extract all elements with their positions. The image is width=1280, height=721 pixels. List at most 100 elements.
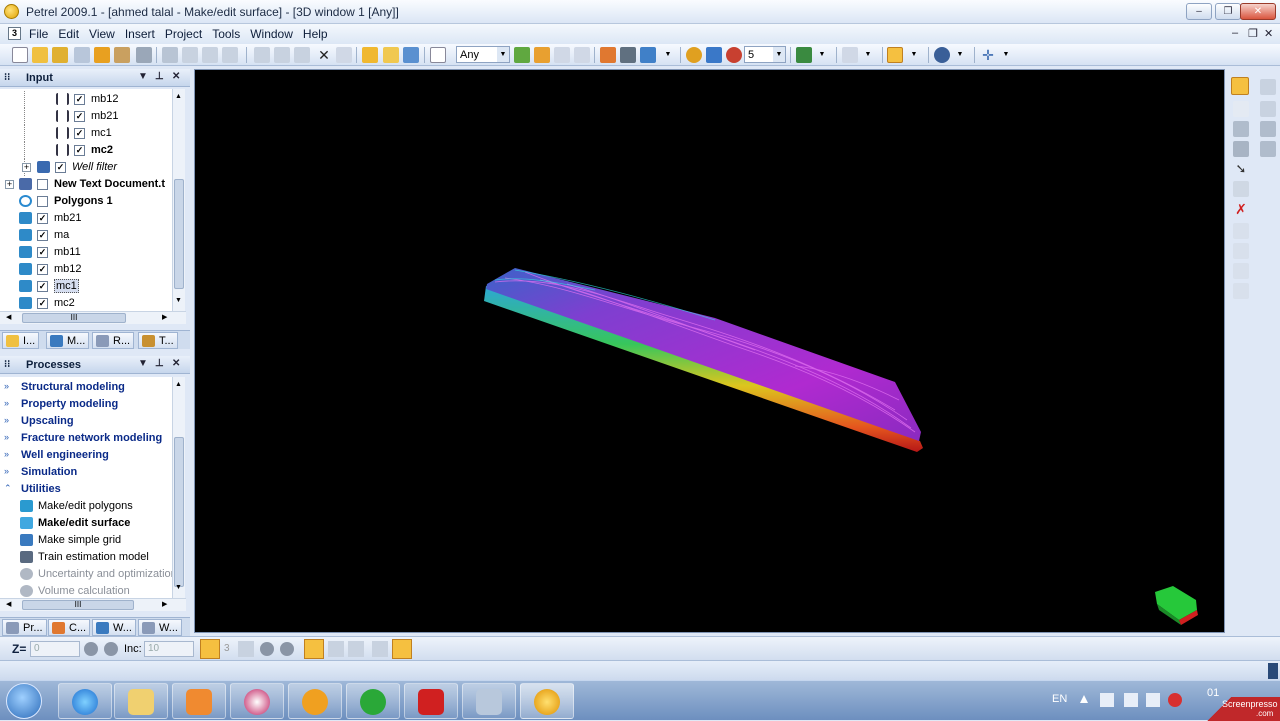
expand-icon[interactable]: +	[22, 163, 31, 172]
z-tool-h-icon[interactable]	[392, 639, 412, 659]
panel-tab[interactable]: I...	[2, 332, 40, 349]
zoom-icon[interactable]	[1233, 101, 1249, 117]
tray-expand-icon[interactable]	[1080, 695, 1088, 703]
arrow-select-icon[interactable]: ➘	[1233, 161, 1249, 177]
visibility-checkbox[interactable]: ✓	[74, 94, 85, 105]
taskbar-app-s[interactable]	[230, 683, 284, 719]
scroll-right-icon[interactable]: ▶	[162, 313, 167, 321]
taskbar-recycle-bin[interactable]	[462, 683, 516, 719]
redo-icon[interactable]	[182, 47, 198, 63]
visibility-checkbox[interactable]: ✓	[37, 230, 48, 241]
panel-tab[interactable]: R...	[92, 332, 135, 349]
pick-mode-icon[interactable]	[887, 47, 903, 63]
undo-icon[interactable]	[162, 47, 178, 63]
process-item[interactable]: Train estimation model	[0, 549, 172, 566]
navigate-icon[interactable]	[686, 47, 702, 63]
menu-help[interactable]: Help	[298, 24, 333, 41]
tool-icon-c[interactable]	[554, 47, 570, 63]
tree-item[interactable]: ✓ mb11	[0, 244, 172, 261]
copy-icon[interactable]	[274, 47, 290, 63]
process-item[interactable]: Uncertainty and optimization	[0, 566, 172, 583]
expand-icon[interactable]: »	[4, 467, 13, 476]
crosshair-icon[interactable]: ✛	[980, 47, 996, 63]
tree-item[interactable]: + ✓ Well filter	[0, 159, 172, 176]
visibility-checkbox[interactable]: ✓	[37, 281, 48, 292]
tool-icon-a[interactable]	[514, 47, 530, 63]
menu-file[interactable]: File	[24, 24, 53, 41]
process-item[interactable]: Make/edit polygons	[0, 498, 172, 515]
panel-tab[interactable]: W...	[138, 619, 182, 636]
taskbar-media-player[interactable]	[172, 683, 226, 719]
visibility-checkbox[interactable]: ✓	[74, 145, 85, 156]
measure-icon[interactable]	[1233, 121, 1249, 137]
visibility-checkbox[interactable]: ✓	[37, 213, 48, 224]
tree-item[interactable]: ✓ mb21	[0, 210, 172, 227]
petrel-app-icon[interactable]	[4, 4, 19, 19]
delete-point-icon[interactable]: ✗	[1233, 201, 1249, 217]
process-item[interactable]: Volume calculation	[0, 583, 172, 598]
tool-icon-b[interactable]	[534, 47, 550, 63]
delete-icon[interactable]: ✕	[316, 47, 332, 63]
process-category[interactable]: » Property modeling	[0, 396, 172, 413]
save-icon[interactable]	[94, 47, 110, 63]
home-view-icon[interactable]	[600, 47, 616, 63]
z-tool-b-icon[interactable]	[260, 642, 274, 656]
process-category[interactable]: ⌃ Utilities	[0, 481, 172, 498]
visibility-checkbox[interactable]	[37, 179, 48, 190]
view-mode-dropdown-icon[interactable]: ▼	[660, 47, 676, 63]
process-category[interactable]: » Well engineering	[0, 447, 172, 464]
start-button[interactable]	[6, 683, 42, 719]
add-point-icon[interactable]	[1233, 181, 1249, 197]
signal-icon[interactable]	[1146, 693, 1160, 707]
axis-icon[interactable]	[842, 47, 858, 63]
expand-icon[interactable]: »	[4, 399, 13, 408]
tool-pen-d-icon[interactable]	[1233, 283, 1249, 299]
scroll-down-icon[interactable]: ▼	[175, 297, 182, 304]
folder-icon[interactable]	[383, 47, 399, 63]
tree-item[interactable]: ✓ ma	[0, 227, 172, 244]
panel-tab[interactable]: T...	[138, 332, 178, 349]
expand-icon[interactable]: »	[4, 416, 13, 425]
menu-window[interactable]: Window	[245, 24, 298, 41]
new-project-icon[interactable]	[12, 47, 28, 63]
mdi-close-button[interactable]: ✕	[1264, 27, 1273, 40]
process-item[interactable]: Make/edit surface	[0, 515, 172, 532]
input-hscroll-thumb[interactable]: III	[22, 313, 126, 323]
expand-icon[interactable]: +	[5, 180, 14, 189]
visibility-checkbox[interactable]: ✓	[74, 128, 85, 139]
menu-insert[interactable]: Insert	[120, 24, 160, 41]
expand-icon[interactable]: »	[4, 382, 13, 391]
paste-icon[interactable]	[294, 47, 310, 63]
taskbar-internet-explorer[interactable]	[58, 683, 112, 719]
window-layout-icon[interactable]	[403, 47, 419, 63]
expand-icon[interactable]: »	[4, 433, 13, 442]
globe-dropdown-icon[interactable]: ▼	[952, 47, 968, 63]
import-icon[interactable]	[74, 47, 90, 63]
visibility-checkbox[interactable]: ✓	[37, 264, 48, 275]
print-icon[interactable]	[136, 47, 152, 63]
mdi-restore-button[interactable]: ❐	[1248, 27, 1258, 40]
open-recent-icon[interactable]	[52, 47, 68, 63]
input-vertical-scrollbar[interactable]: ▲ ▼	[172, 89, 185, 311]
processes-scroll-thumb[interactable]	[174, 437, 184, 587]
edit-tool-icon[interactable]	[1233, 141, 1249, 157]
light-icon[interactable]	[726, 47, 742, 63]
process-item[interactable]: Make simple grid	[0, 532, 172, 549]
z-tool-e-icon[interactable]	[328, 641, 344, 657]
action-center-icon[interactable]	[1100, 693, 1114, 707]
view-eye-icon[interactable]	[620, 47, 636, 63]
tree-item[interactable]: ✓ mb21	[0, 108, 172, 125]
menu-view[interactable]: View	[84, 24, 120, 41]
globe-icon[interactable]	[934, 47, 950, 63]
visibility-checkbox[interactable]: ✓	[55, 162, 66, 173]
tree-item[interactable]: ✓ mc2	[0, 142, 172, 159]
panel-tab[interactable]: W...	[92, 619, 136, 636]
axis-dropdown-icon[interactable]: ▼	[860, 47, 876, 63]
panel-pin-icon[interactable]: ⊥	[155, 71, 164, 82]
3d-window-viewport[interactable]	[194, 69, 1225, 633]
expand-icon[interactable]: »	[4, 450, 13, 459]
panel-tab[interactable]: Pr...	[2, 619, 47, 636]
z-value-field[interactable]: 0	[30, 641, 80, 657]
color-table-icon[interactable]	[796, 47, 812, 63]
pan-icon[interactable]	[1260, 101, 1276, 117]
